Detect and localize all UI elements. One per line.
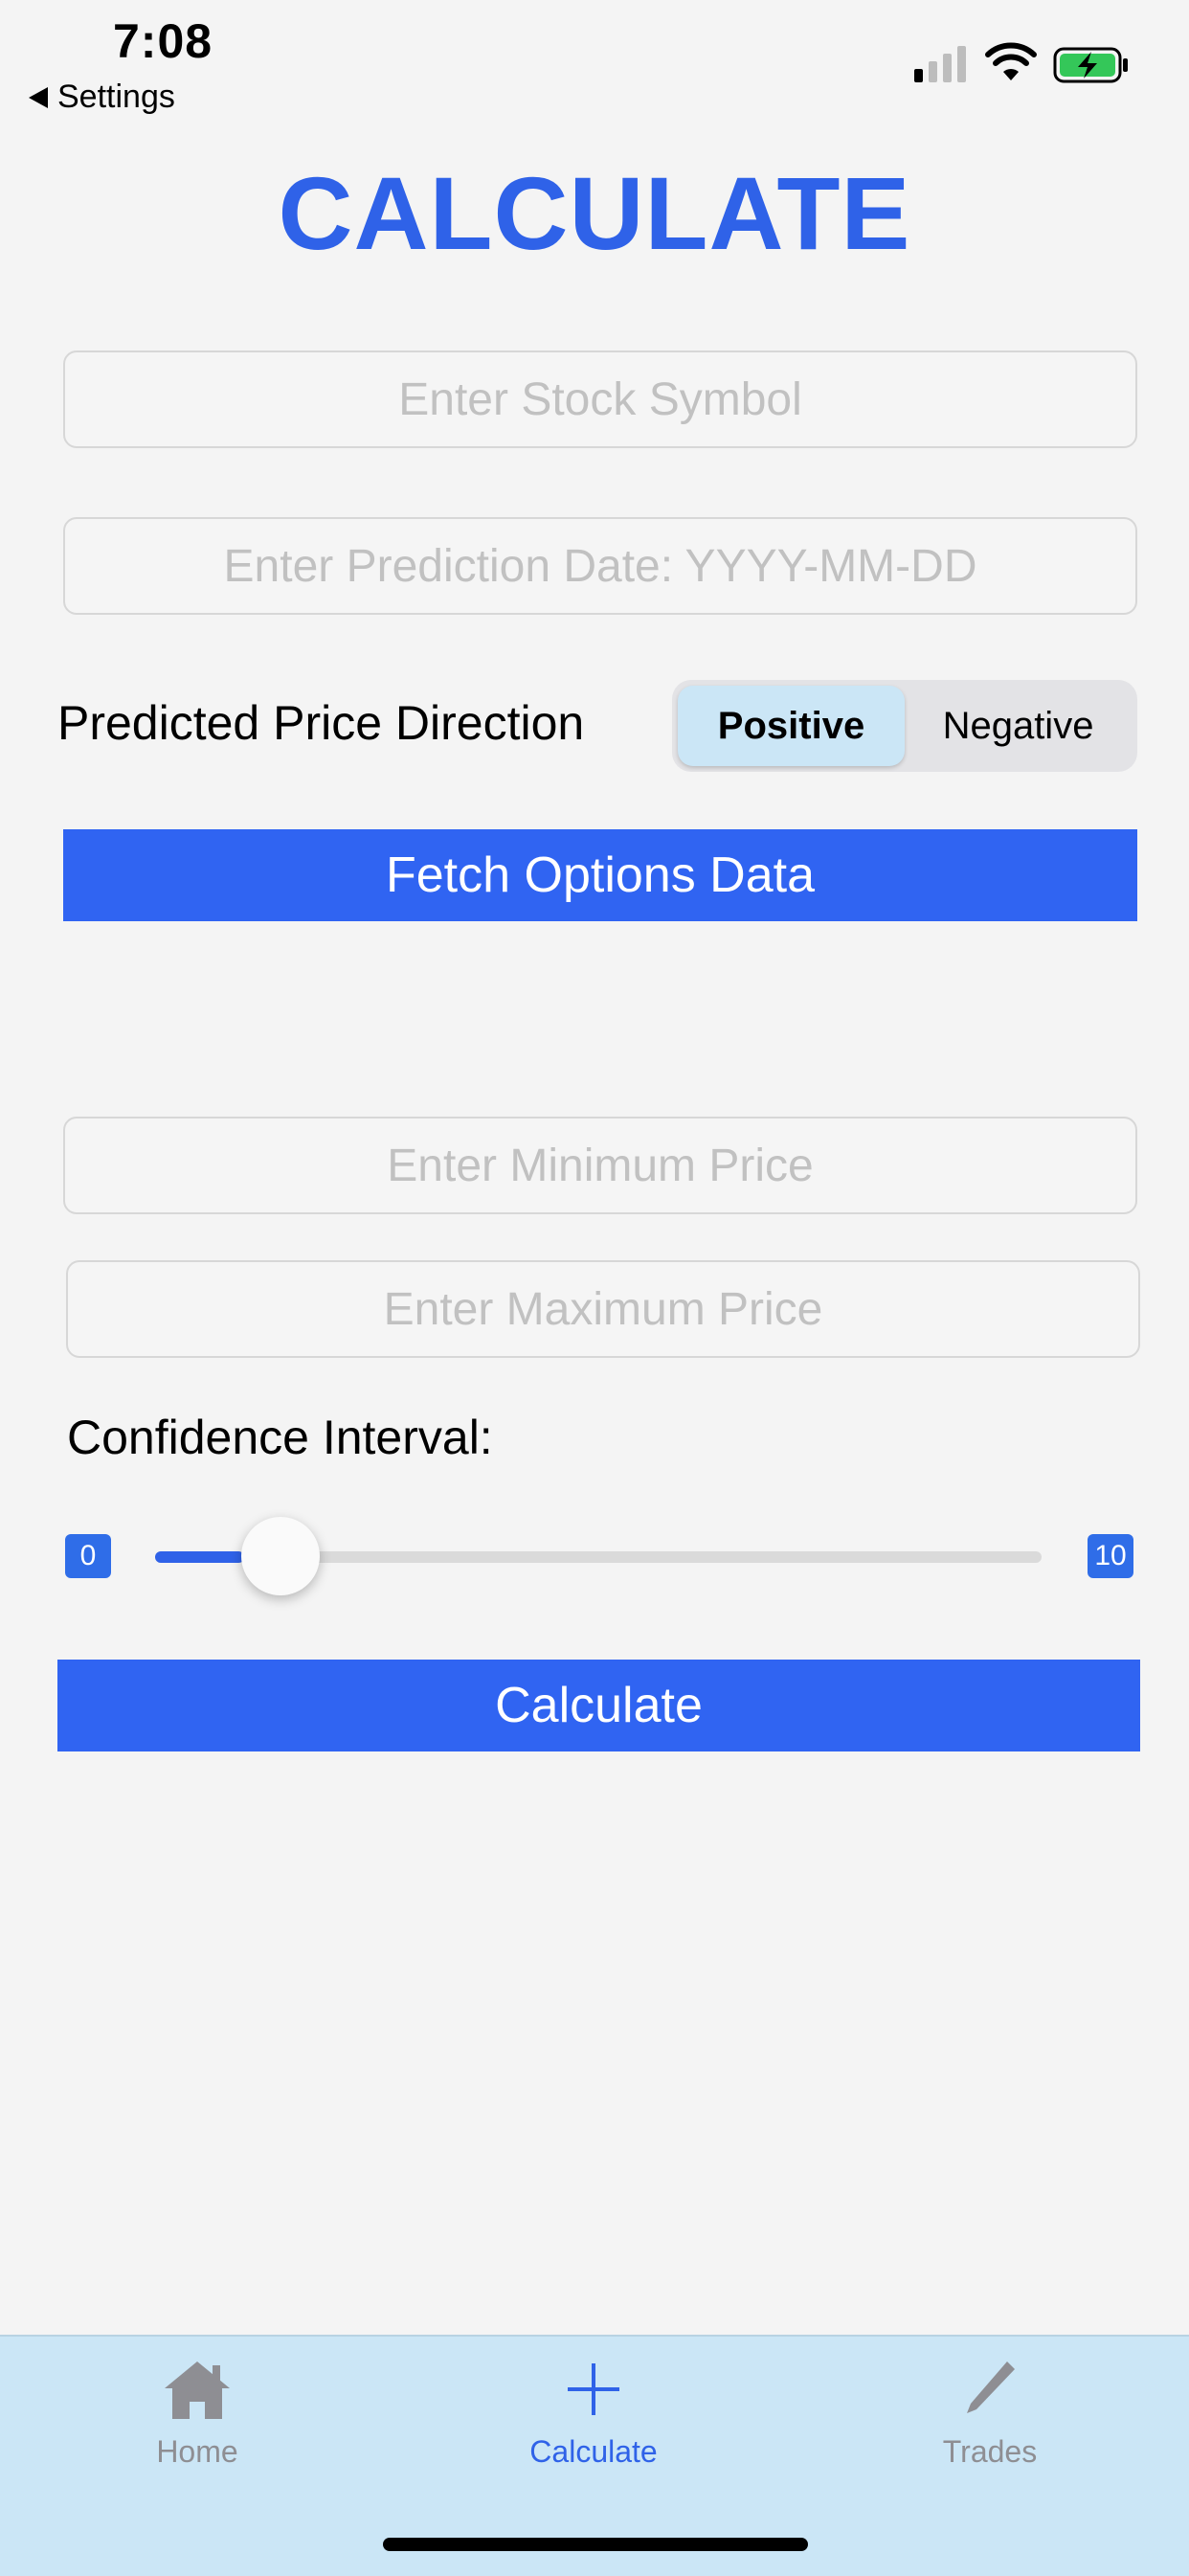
direction-segmented-control[interactable]: Positive Negative <box>672 680 1137 772</box>
wifi-icon <box>985 42 1037 80</box>
prediction-date-input[interactable] <box>63 517 1137 615</box>
page-title: CALCULATE <box>278 155 911 271</box>
tab-calculate-label: Calculate <box>529 2434 658 2469</box>
direction-label: Predicted Price Direction <box>57 696 585 750</box>
maximum-price-input[interactable] <box>66 1260 1140 1358</box>
slider-min-label: 0 <box>65 1534 111 1578</box>
slider-max-label: 10 <box>1088 1534 1133 1578</box>
back-label: Settings <box>57 79 175 115</box>
back-arrow-icon <box>29 86 48 108</box>
calculate-button[interactable]: Calculate <box>57 1660 1140 1751</box>
confidence-slider-thumb[interactable] <box>240 1517 320 1595</box>
tab-home-label: Home <box>156 2434 238 2469</box>
cellular-signal-icon <box>914 46 966 82</box>
plus-icon <box>568 2363 619 2415</box>
back-to-settings-link[interactable]: Settings <box>29 79 175 116</box>
confidence-interval-label: Confidence Interval: <box>67 1411 493 1464</box>
direction-option-negative[interactable]: Negative <box>905 686 1132 766</box>
confidence-slider-fill <box>155 1551 244 1563</box>
battery-charging-icon <box>1053 47 1128 83</box>
tab-calculate[interactable]: Calculate <box>450 2356 737 2470</box>
tab-trades[interactable]: Trades <box>846 2356 1133 2470</box>
house-icon <box>165 2361 230 2419</box>
fetch-options-data-button[interactable]: Fetch Options Data <box>63 829 1137 921</box>
minimum-price-input[interactable] <box>63 1117 1137 1214</box>
pencil-icon <box>967 2361 1015 2413</box>
status-time: 7:08 <box>113 14 213 68</box>
stock-symbol-input[interactable] <box>63 350 1137 448</box>
tab-trades-label: Trades <box>942 2434 1038 2469</box>
direction-option-positive[interactable]: Positive <box>678 686 905 766</box>
home-indicator <box>383 2538 808 2551</box>
tab-home[interactable]: Home <box>54 2356 341 2470</box>
